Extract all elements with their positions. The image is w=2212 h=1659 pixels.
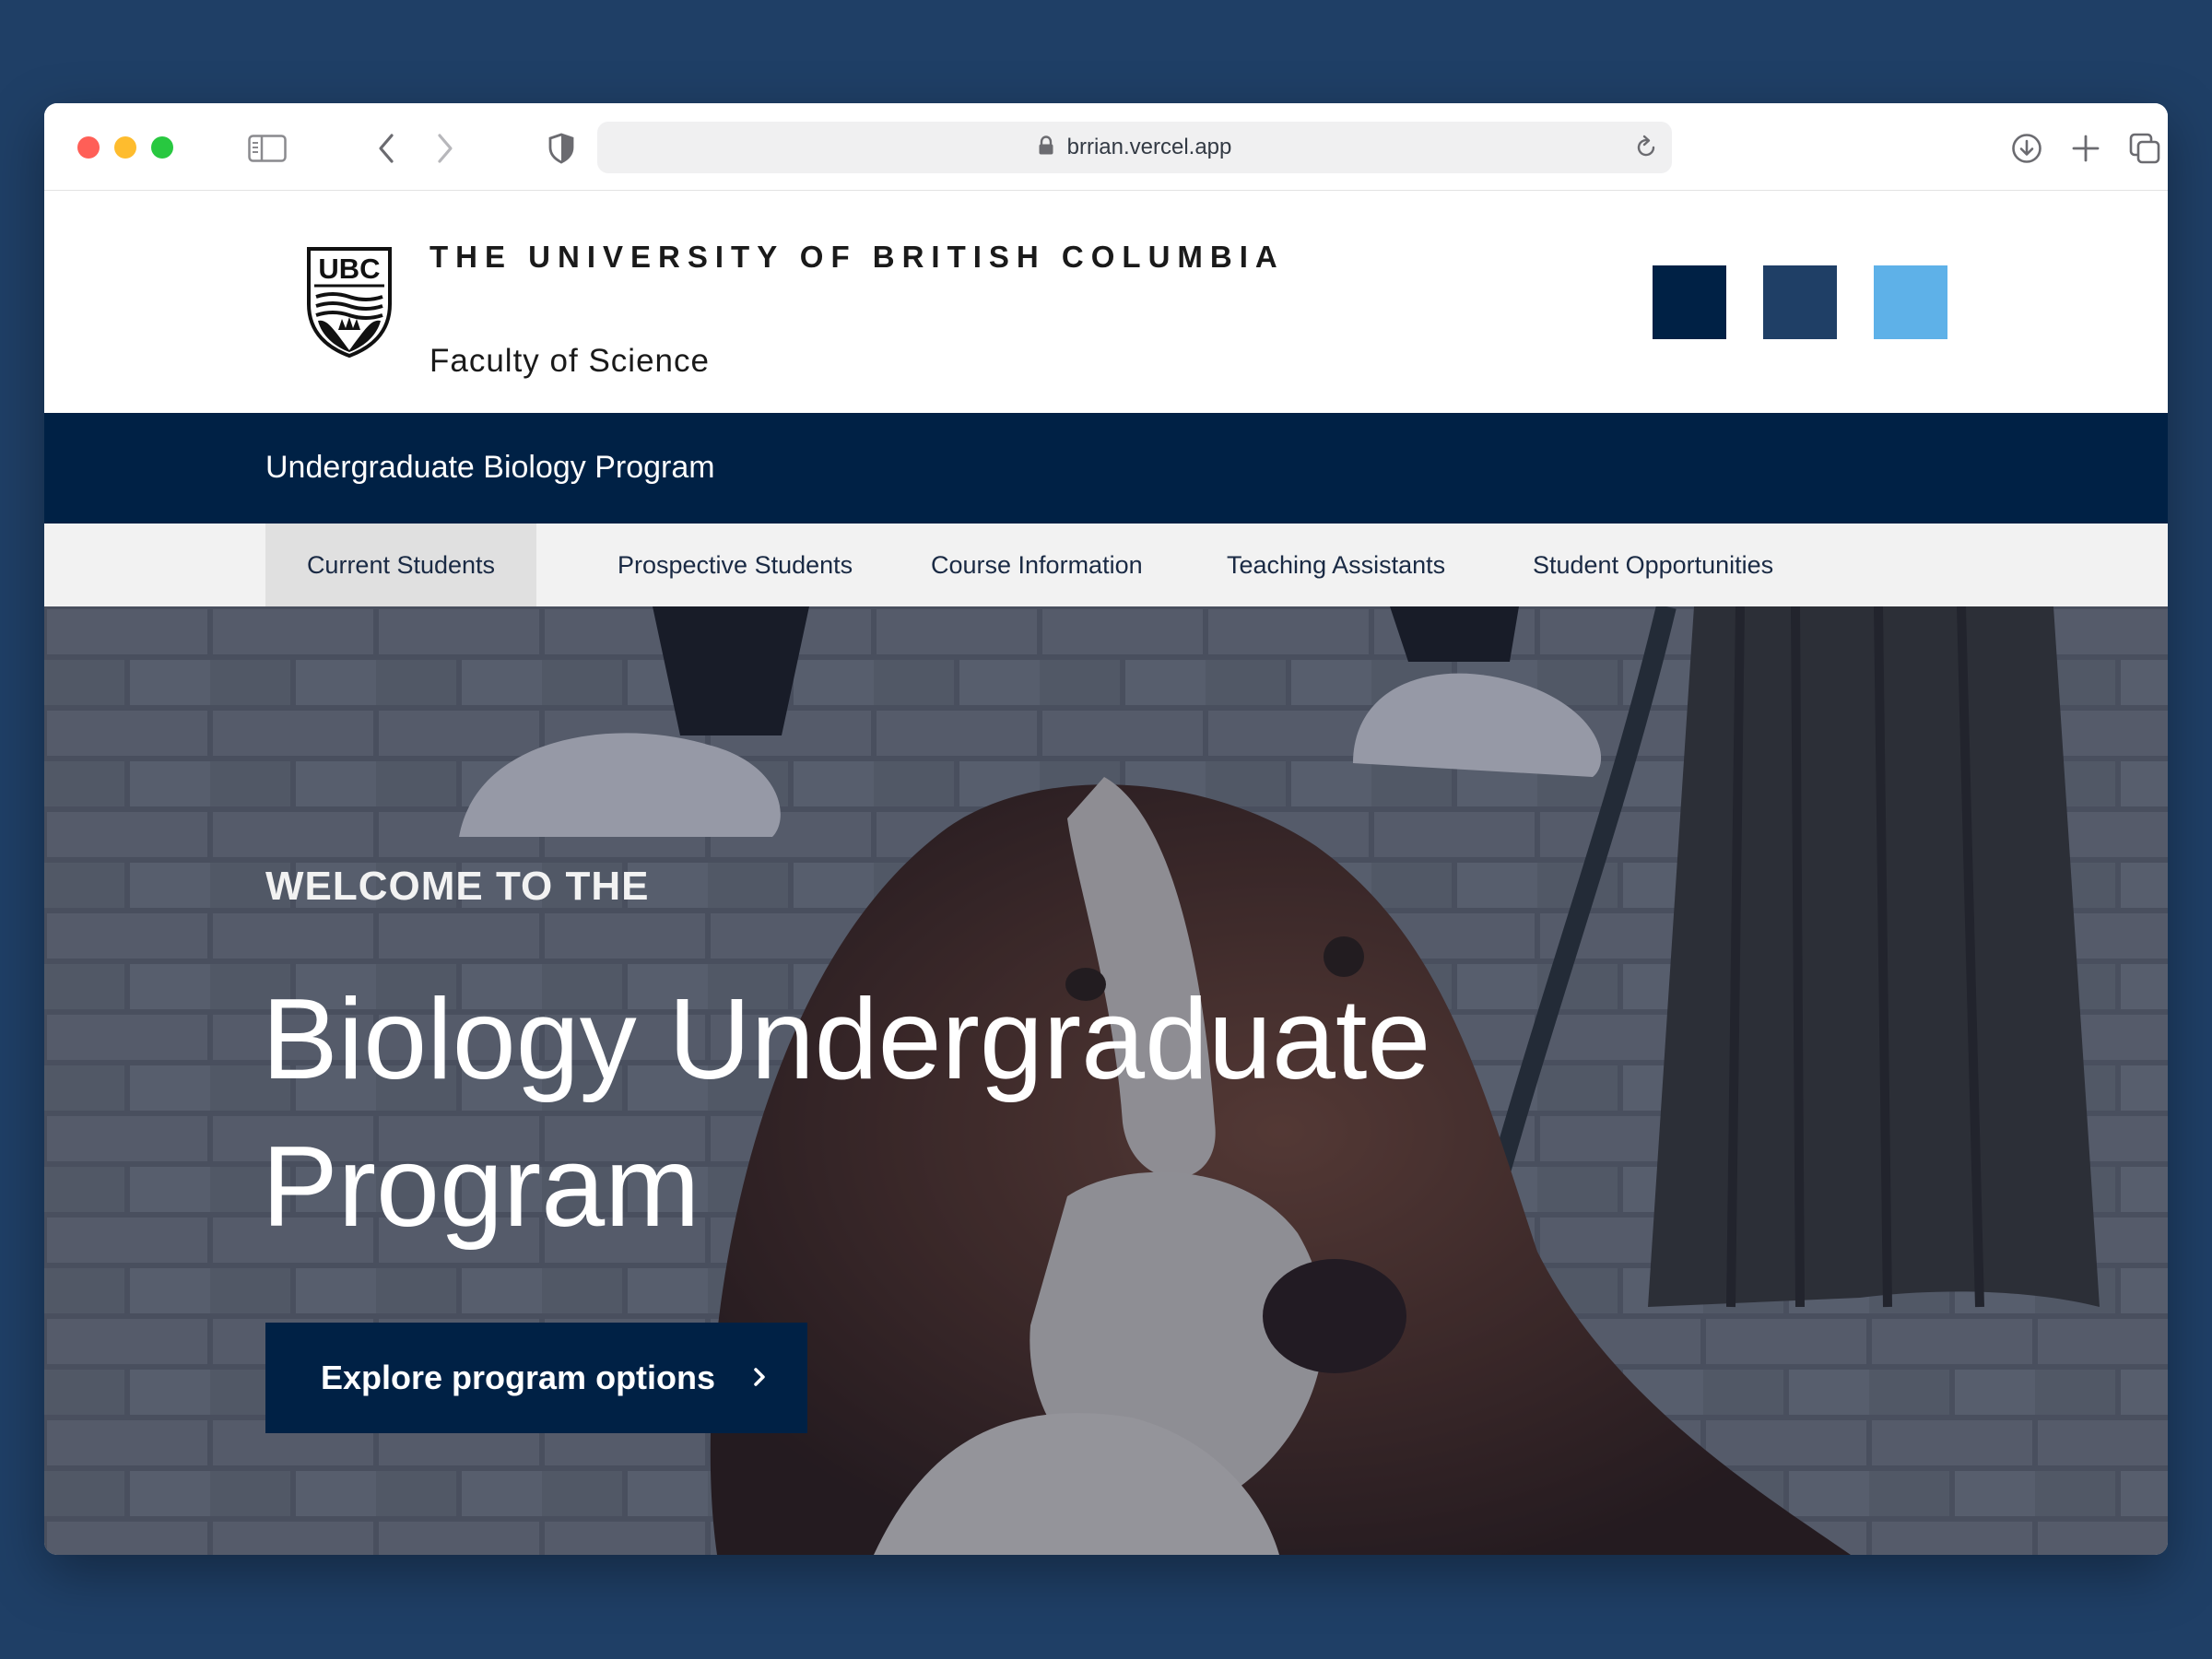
ubc-crest-logo[interactable]: UBC [305,245,394,364]
chevron-right-icon [752,1360,767,1396]
new-tab-plus-icon[interactable] [2066,129,2105,168]
nav-item-current-students[interactable]: Current Students [265,524,536,606]
nav-item-prospective-students[interactable]: Prospective Students [581,524,889,606]
maximize-window-button[interactable] [151,136,173,159]
minimize-window-button[interactable] [114,136,136,159]
explore-program-options-button[interactable]: Explore program options [265,1323,807,1433]
browser-window: brrian.vercel.app UBC THE UNIVERSITY OF … [44,103,2168,1555]
nav-item-course-information[interactable]: Course Information [894,524,1180,606]
color-swatch-blue[interactable] [1763,265,1837,339]
hero-section: WELCOME TO THE Biology Undergraduate Pro… [44,606,2168,1555]
forward-arrow-icon[interactable] [426,129,465,168]
color-swatch-navy[interactable] [1653,265,1726,339]
reload-icon[interactable] [1633,135,1659,165]
crest-lettering: UBC [318,253,380,285]
color-swatch-light-blue[interactable] [1874,265,1947,339]
url-text: brrian.vercel.app [1066,135,1232,159]
main-navigation: Current Students Prospective Students Co… [44,524,2168,606]
download-icon[interactable] [2007,129,2046,168]
unit-bar: Undergraduate Biology Program [44,413,2168,524]
tab-overview-icon[interactable] [2125,129,2164,168]
privacy-shield-icon[interactable] [542,129,581,168]
back-arrow-icon[interactable] [367,129,406,168]
hero-title: Biology Undergraduate Program [262,976,1431,1251]
address-bar[interactable]: brrian.vercel.app [597,122,1672,173]
faculty-name[interactable]: Faculty of Science [429,343,710,380]
lock-icon [1038,135,1054,160]
cta-label: Explore program options [321,1359,716,1396]
nav-item-student-opportunities[interactable]: Student Opportunities [1496,524,1810,606]
university-name[interactable]: THE UNIVERSITY OF BRITISH COLUMBIA [429,240,1285,275]
hero-kicker: WELCOME TO THE [265,864,650,909]
sidebar-toggle-icon[interactable] [248,129,287,168]
nav-item-teaching-assistants[interactable]: Teaching Assistants [1190,524,1482,606]
unit-title[interactable]: Undergraduate Biology Program [265,450,715,486]
close-window-button[interactable] [77,136,100,159]
browser-toolbar: brrian.vercel.app [44,103,2168,191]
